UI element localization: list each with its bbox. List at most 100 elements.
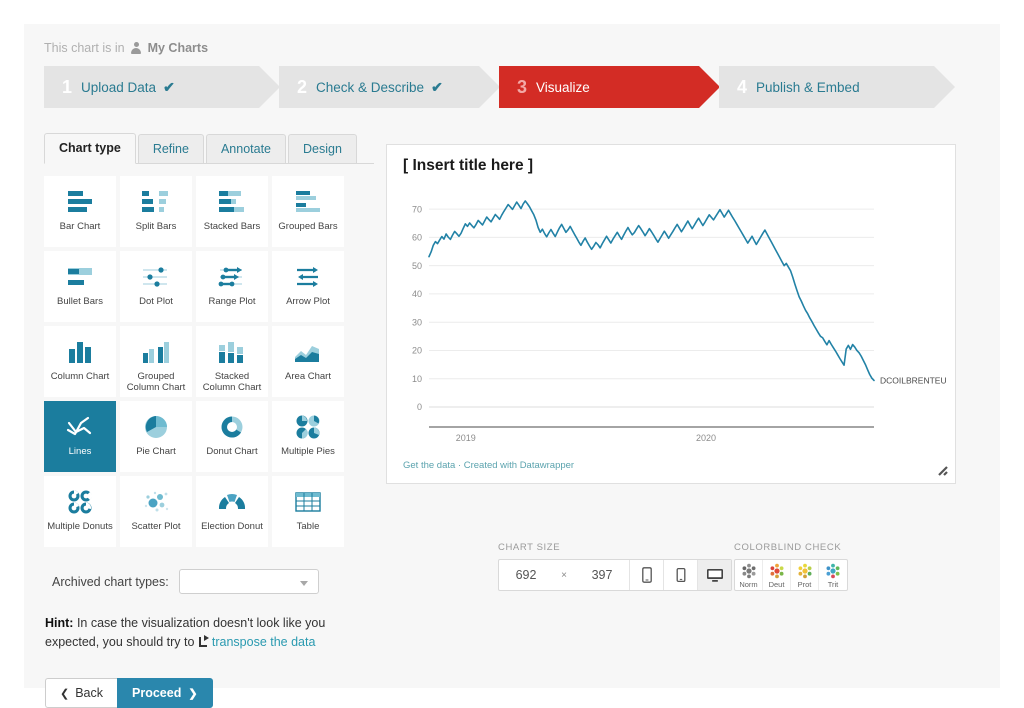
device-desktop-button[interactable]	[697, 560, 731, 590]
colorblind-label: Deut	[768, 579, 785, 589]
colorblind-prot-button[interactable]: Prot	[791, 560, 819, 590]
chart-type-scatter-plot[interactable]: Scatter Plot	[120, 476, 192, 547]
chart-preview-card: [ Insert title here ] 0 10 20 30 40 50 60 70 20…	[386, 144, 956, 484]
archived-chart-types-label: Archived chart types:	[52, 574, 169, 589]
transpose-data-link[interactable]: transpose the data	[212, 635, 316, 649]
chart-type-area-chart[interactable]: Area Chart	[272, 326, 344, 397]
tab-design[interactable]: Design	[288, 134, 357, 163]
step-number: 1	[62, 76, 73, 97]
chart-footer-credit[interactable]: Get the data · Created with Datawrapper	[403, 460, 574, 471]
chart-type-election-donut[interactable]: Election Donut	[196, 476, 268, 547]
chart-type-pie-chart[interactable]: Pie Chart	[120, 401, 192, 472]
colorblind-label: Norm	[739, 579, 758, 589]
chart-type-lines[interactable]: Lines	[44, 401, 116, 472]
chart-title[interactable]: [ Insert title here ]	[403, 157, 533, 175]
step-label: Upload Data	[81, 79, 157, 95]
step-publish-embed[interactable]: 4 Publish & Embed	[719, 66, 955, 108]
breadcrumb-prefix: This chart is in	[44, 41, 125, 55]
colorblind-check-control: COLORBLIND CHECK Norm Deut Prot Trit	[734, 542, 848, 591]
svg-text:20: 20	[412, 346, 422, 356]
device-tablet-button[interactable]	[663, 560, 697, 590]
chart-type-multiple-pies[interactable]: Multiple Pies	[272, 401, 344, 472]
pie-chart-icon	[141, 412, 171, 442]
step-label: Check & Describe	[316, 79, 425, 95]
resize-handle-icon[interactable]	[937, 465, 949, 477]
chart-type-range-plot[interactable]: Range Plot	[196, 251, 268, 322]
colorblind-caption: COLORBLIND CHECK	[734, 542, 842, 553]
range-plot-icon	[216, 262, 248, 292]
colorblind-deut-icon	[770, 563, 783, 578]
step-upload-data[interactable]: 1 Upload Data ✔	[44, 66, 280, 108]
step-number: 3	[517, 76, 528, 97]
desktop-icon	[706, 568, 723, 582]
chart-type-label: Scatter Plot	[131, 521, 181, 532]
breadcrumb: This chart is in My Charts	[44, 41, 208, 55]
tab-refine[interactable]: Refine	[137, 134, 204, 163]
chart-type-arrow-plot[interactable]: Arrow Plot	[272, 251, 344, 322]
step-visualize[interactable]: 3 Visualize	[499, 66, 720, 108]
donut-chart-icon	[217, 412, 247, 442]
hint-prefix: Hint:	[45, 616, 74, 630]
tab-chart-type[interactable]: Chart type	[44, 133, 136, 164]
chart-gridlines	[429, 208, 874, 428]
chart-height-input[interactable]: 397	[575, 560, 629, 590]
tab-annotate[interactable]: Annotate	[205, 134, 287, 163]
area-chart-icon	[292, 337, 324, 367]
chart-type-label: Election Donut	[201, 521, 263, 532]
column-chart-icon	[64, 337, 96, 367]
chart-type-donut-chart[interactable]: Donut Chart	[196, 401, 268, 472]
mobile-icon	[641, 567, 652, 583]
multiple-donuts-icon	[65, 487, 95, 517]
chart-type-label: Lines	[68, 446, 92, 457]
chart-type-label: Bar Chart	[59, 221, 101, 232]
scatter-plot-icon	[140, 487, 172, 517]
multiple-pies-icon	[293, 412, 323, 442]
arrow-plot-icon	[292, 262, 324, 292]
archived-chart-types-select[interactable]	[178, 569, 319, 594]
chart-type-label: Multiple Pies	[281, 446, 335, 457]
election-donut-icon	[216, 487, 248, 517]
chart-y-tick-labels: 0 10 20 30 40 50 60 70	[412, 204, 422, 412]
split-bars-icon	[140, 187, 172, 217]
chevron-right-icon: ❯	[188, 687, 198, 700]
chart-size-control: CHART SIZE 692 × 397	[498, 542, 732, 591]
step-check-describe[interactable]: 2 Check & Describe ✔	[279, 66, 500, 108]
colorblind-norm-button[interactable]: Norm	[735, 560, 763, 590]
chart-type-bar-chart[interactable]: Bar Chart	[44, 176, 116, 247]
chart-type-grouped-column-chart[interactable]: Grouped Column Chart	[120, 326, 192, 397]
chart-width-input[interactable]: 692	[499, 560, 553, 590]
chart-type-grouped-bars[interactable]: Grouped Bars	[272, 176, 344, 247]
chart-type-dot-plot[interactable]: Dot Plot	[120, 251, 192, 322]
chevron-left-icon: ❮	[60, 687, 70, 700]
chart-type-stacked-bars[interactable]: Stacked Bars	[196, 176, 268, 247]
stacked-column-chart-icon	[216, 337, 248, 367]
chart-type-label: Column Chart	[50, 371, 110, 382]
left-panel: Chart type Refine Annotate Design Bar Ch…	[44, 133, 374, 708]
chart-type-label: Dot Plot	[139, 296, 173, 307]
chart-type-bullet-bars[interactable]: Bullet Bars	[44, 251, 116, 322]
colorblind-deut-button[interactable]: Deut	[763, 560, 791, 590]
chart-type-column-chart[interactable]: Column Chart	[44, 326, 116, 397]
transpose-icon	[198, 635, 210, 647]
chart-type-label: Table	[296, 521, 320, 532]
chart-type-label: Split Bars	[135, 221, 177, 232]
stacked-bars-icon	[216, 187, 248, 217]
chart-type-label: Bullet Bars	[57, 296, 103, 307]
archived-chart-types-row: Archived chart types:	[44, 569, 374, 594]
chart-type-table[interactable]: Table	[272, 476, 344, 547]
chart-type-stacked-column-chart[interactable]: Stacked Column Chart	[196, 326, 268, 397]
colorblind-trit-button[interactable]: Trit	[819, 560, 847, 590]
chart-data-line	[428, 200, 875, 382]
tablet-icon	[676, 567, 685, 583]
svg-text:70: 70	[412, 204, 422, 214]
hint-text: Hint: In case the visualization doesn't …	[44, 614, 354, 652]
chart-type-multiple-donuts[interactable]: Multiple Donuts	[44, 476, 116, 547]
grouped-column-chart-icon	[140, 337, 172, 367]
chart-type-split-bars[interactable]: Split Bars	[120, 176, 192, 247]
device-mobile-button[interactable]	[629, 560, 663, 590]
proceed-button-label: Proceed	[132, 686, 182, 700]
step-label: Publish & Embed	[756, 79, 860, 95]
bullet-bars-icon	[64, 262, 96, 292]
table-icon	[292, 487, 324, 517]
breadcrumb-my-charts-link[interactable]: My Charts	[148, 41, 208, 55]
